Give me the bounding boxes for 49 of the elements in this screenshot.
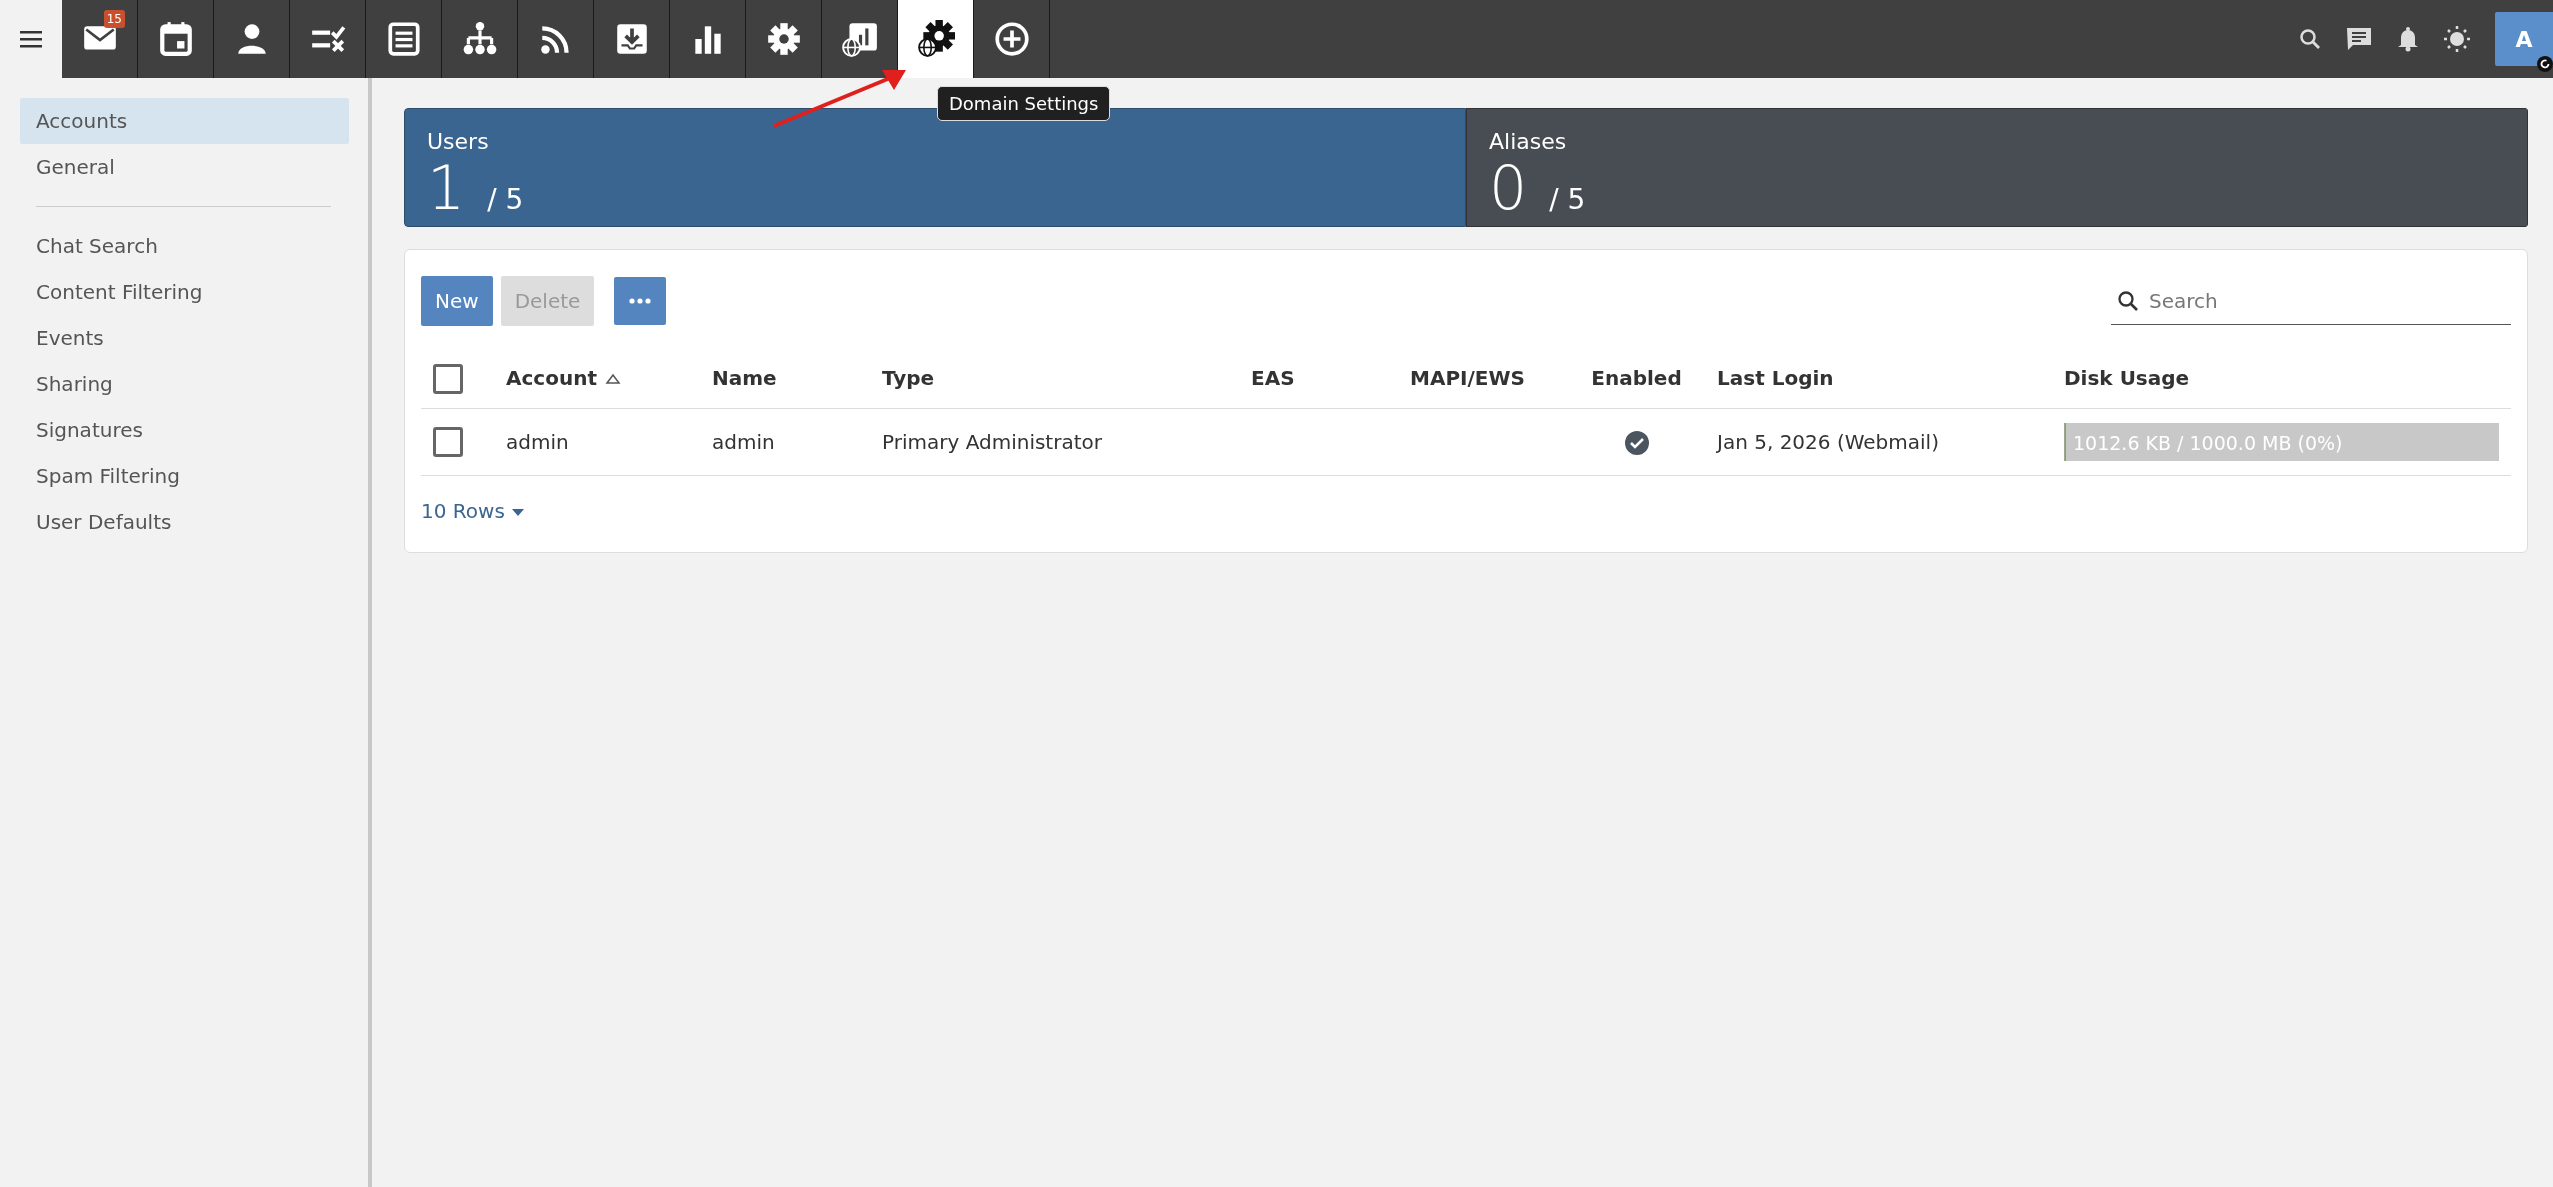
table-cell: Jan 5, 2026 (Webmail) — [1717, 429, 1939, 454]
stat-count: 1 — [427, 153, 466, 223]
refresh-icon — [2537, 56, 2553, 72]
column-header[interactable]: EAS — [1251, 365, 1295, 390]
chat-icon[interactable] — [2345, 25, 2373, 53]
bell-icon[interactable] — [2397, 26, 2419, 52]
stat-count: 0 — [1489, 153, 1528, 223]
stat-limit: / 5 — [1549, 183, 1586, 216]
sidebar-item[interactable]: Signatures — [20, 407, 349, 453]
table-cell: admin — [712, 429, 775, 454]
table-cell: Primary Administrator — [882, 429, 1102, 454]
checkbox[interactable] — [433, 363, 463, 394]
sidebar-item[interactable]: Events — [20, 315, 349, 361]
column-header[interactable]: Disk Usage — [2064, 365, 2190, 390]
stat-label: Users — [427, 128, 490, 156]
checkbox[interactable] — [433, 427, 463, 458]
column-header[interactable]: Name — [712, 365, 777, 390]
gear-globe-icon — [915, 20, 956, 58]
more-icon — [629, 298, 652, 304]
column-header[interactable]: Account — [506, 365, 597, 390]
tooltip: Domain Settings — [937, 86, 1111, 121]
chart-globe-icon — [839, 20, 880, 58]
menu-icon[interactable] — [20, 30, 42, 48]
count-badge: 15 — [103, 10, 125, 28]
stat-label: Aliases — [1489, 128, 1568, 156]
sidebar-item[interactable]: User Defaults — [20, 499, 349, 545]
sort-up-icon — [604, 373, 621, 386]
stat-limit: / 5 — [487, 183, 524, 216]
caret-icon — [510, 507, 525, 517]
search-icon — [2117, 289, 2139, 312]
search-icon[interactable] — [2299, 28, 2321, 50]
sidebar-item[interactable]: Accounts — [20, 98, 349, 144]
sidebar-item[interactable]: Spam Filtering — [20, 453, 349, 499]
search-field[interactable]: Search — [2111, 277, 2511, 325]
rows-dropdown[interactable]: 10 Rows — [421, 495, 525, 526]
toolbar-tab[interactable] — [898, 0, 974, 78]
sidebar-item[interactable]: Sharing — [20, 361, 349, 407]
more-button[interactable] — [614, 277, 667, 325]
sun-icon[interactable] — [2443, 25, 2471, 53]
column-header[interactable]: Last Login — [1717, 365, 1834, 390]
column-header[interactable]: Enabled — [1591, 365, 1682, 390]
action-button[interactable]: New — [421, 276, 493, 326]
sidebar-item[interactable]: Chat Search — [20, 223, 349, 269]
sidebar-item[interactable]: Content Filtering — [20, 269, 349, 315]
column-header[interactable]: Type — [882, 365, 935, 390]
avatar[interactable]: A — [2495, 12, 2553, 66]
column-header[interactable]: MAPI/EWS — [1410, 365, 1525, 390]
sidebar-item[interactable]: General — [20, 144, 349, 190]
table-cell: admin — [506, 429, 569, 454]
